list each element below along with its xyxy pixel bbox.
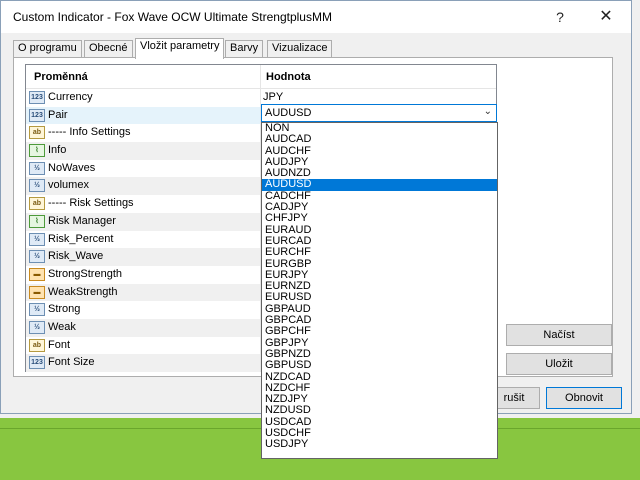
double-icon: ½ <box>29 232 45 246</box>
pair-combobox[interactable]: AUDUSD ⌄ <box>261 104 497 122</box>
variable-name: Weak <box>48 320 76 333</box>
custom-indicator-dialog: Custom Indicator - Fox Wave OCW Ultimate… <box>0 0 632 459</box>
integer-icon: 123 <box>29 356 45 370</box>
tab-barvy[interactable]: Barvy <box>225 40 264 57</box>
variable-name: Strong <box>48 303 81 316</box>
string-icon: ab <box>29 126 45 140</box>
boolean-icon: ⌇ <box>29 214 45 228</box>
dropdown-option[interactable]: EURCHF <box>262 247 497 258</box>
variable-name: Risk_Percent <box>48 232 114 245</box>
reset-button[interactable]: Obnovit <box>546 387 622 409</box>
double-icon: ½ <box>29 320 45 334</box>
pair-combobox-value: AUDUSD <box>265 107 312 119</box>
color-icon: ▬ <box>29 267 45 281</box>
tab-o-programu[interactable]: O programu <box>13 40 82 57</box>
dropdown-option[interactable]: CHFJPY <box>262 213 497 224</box>
variable-value[interactable]: JPY <box>263 91 283 103</box>
pair-dropdown-list[interactable]: NON AUDCAD AUDCHF AUDJPY AUDNZD AUDUSD CADCHF C… <box>261 122 498 459</box>
variable-name: ----- Risk Settings <box>48 197 134 210</box>
window-title: Custom Indicator - Fox Wave OCW Ultimate… <box>13 10 332 24</box>
variable-name: Pair <box>48 108 68 121</box>
tab-obecne[interactable]: Obecné <box>84 40 133 57</box>
integer-icon: 123 <box>29 108 45 122</box>
variable-name: Font Size <box>48 356 95 369</box>
double-icon: ½ <box>29 303 45 317</box>
color-icon: ▬ <box>29 285 45 299</box>
dropdown-option[interactable]: USDJPY <box>262 439 497 450</box>
variable-name: Risk_Wave <box>48 250 104 263</box>
tab-vlozit-parametry[interactable]: Vložit parametry <box>135 38 225 59</box>
title-bar: Custom Indicator - Fox Wave OCW Ultimate… <box>1 1 631 33</box>
variable-name: Risk Manager <box>48 214 116 227</box>
boolean-icon: ⌇ <box>29 144 45 158</box>
help-icon[interactable]: ? <box>549 7 571 27</box>
column-header-value[interactable]: Hodnota <box>266 71 311 83</box>
close-icon[interactable]: ✕ <box>595 7 617 27</box>
dropdown-option[interactable]: GBPUSD <box>262 360 497 371</box>
chevron-down-icon[interactable]: ⌄ <box>484 106 492 117</box>
variable-name: StrongStrength <box>48 267 122 280</box>
integer-icon: 123 <box>29 91 45 104</box>
dropdown-option[interactable]: AUDCAD <box>262 134 497 145</box>
double-icon: ½ <box>29 161 45 175</box>
grid-header: Proměnná Hodnota <box>26 65 496 89</box>
string-icon: ab <box>29 197 45 211</box>
variable-name: volumex <box>48 179 89 192</box>
variable-name: Info <box>48 144 67 157</box>
load-button[interactable]: Načíst <box>506 324 612 346</box>
double-icon: ½ <box>29 250 45 264</box>
variable-name: ----- Info Settings <box>48 126 131 139</box>
save-button[interactable]: Uložit <box>506 353 612 375</box>
dropdown-option[interactable]: GBPCHF <box>262 326 497 337</box>
variable-name: Currency <box>48 91 93 103</box>
variable-name: Font <box>48 338 71 351</box>
string-icon: ab <box>29 338 45 352</box>
column-header-variable[interactable]: Proměnná <box>34 71 88 83</box>
variable-name: NoWaves <box>48 161 96 174</box>
variable-name: WeakStrength <box>48 285 118 298</box>
double-icon: ½ <box>29 179 45 193</box>
tab-vizualizace[interactable]: Vizualizace <box>267 40 333 57</box>
